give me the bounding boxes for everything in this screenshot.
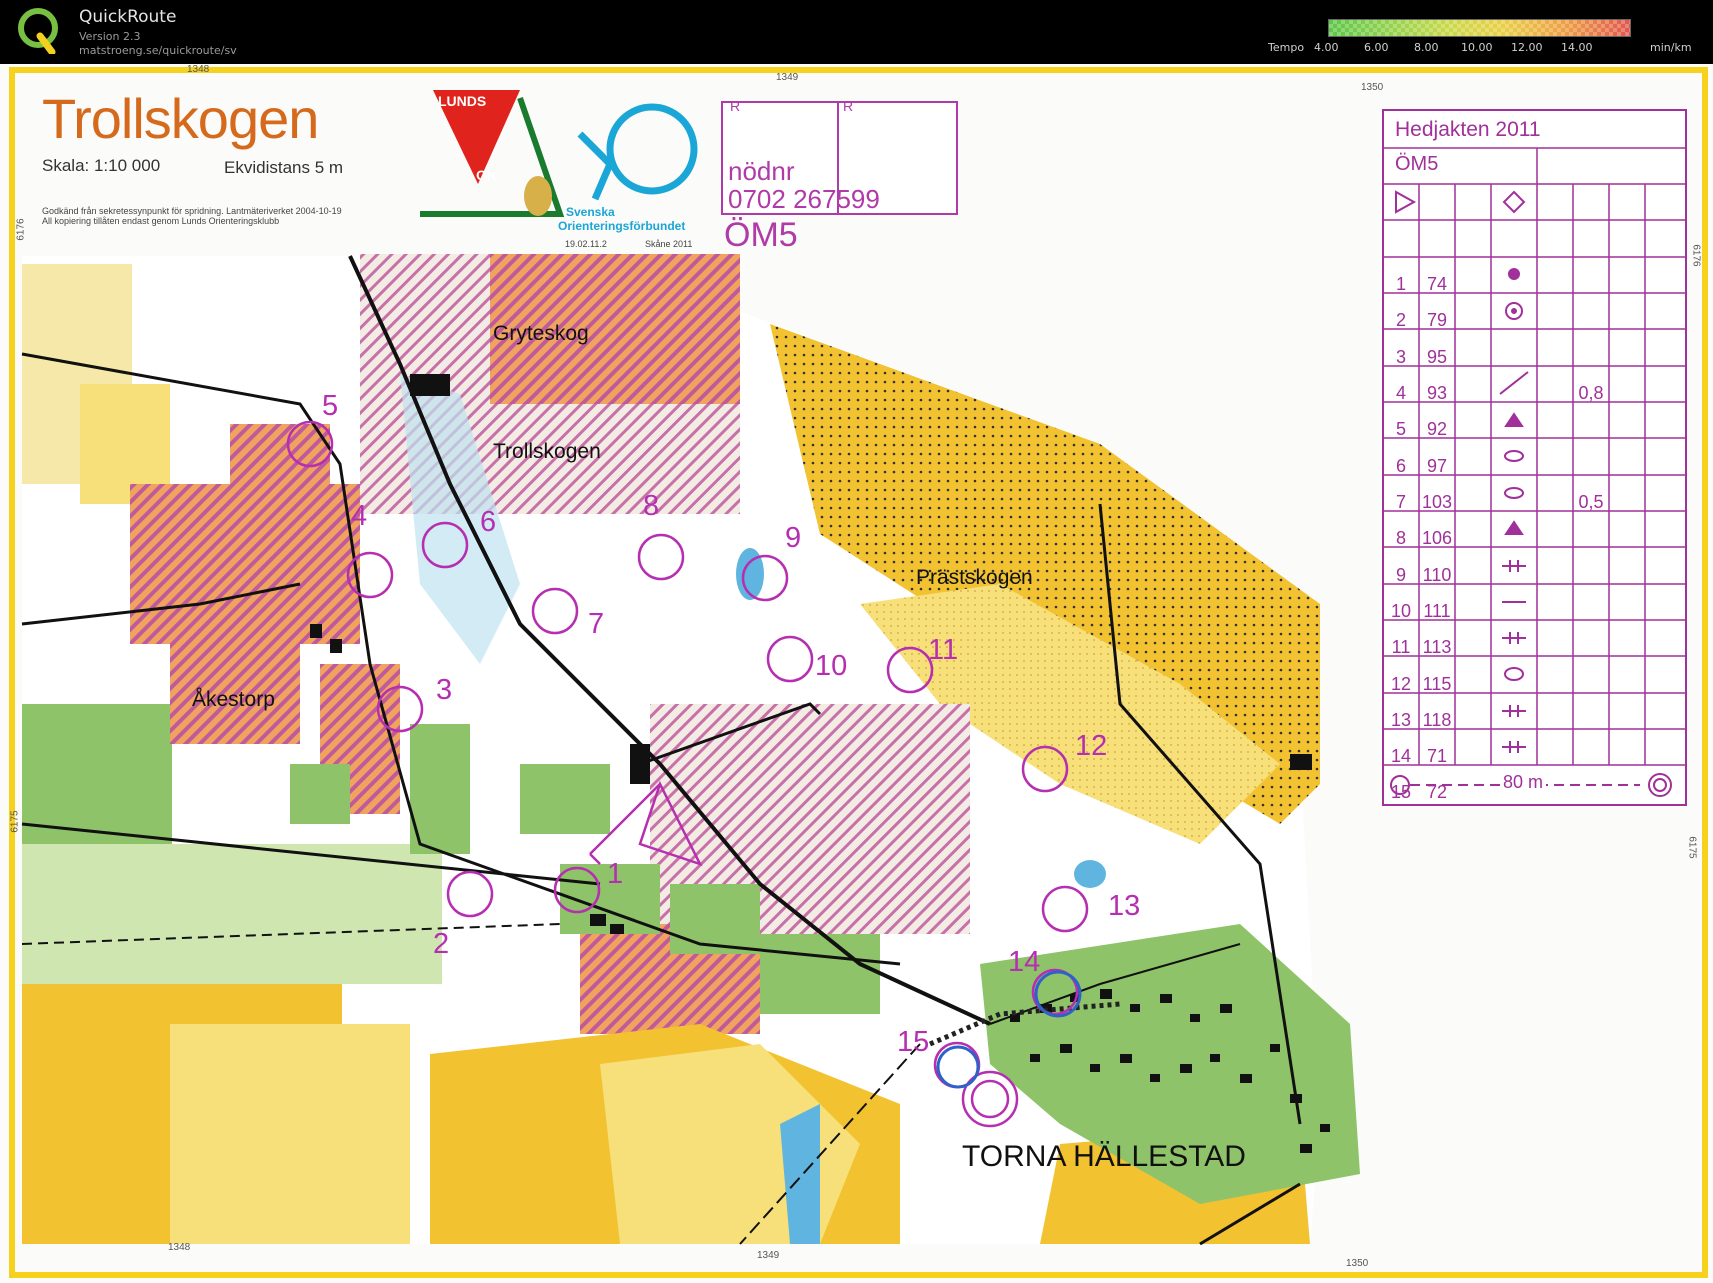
grid-label: 1348 [168,1242,191,1253]
control-seq: 14 [1390,746,1412,766]
emergency-number: 0702 267599 [728,184,880,214]
control-seq: 8 [1395,528,1406,548]
grid-label: 1350 [1361,82,1384,93]
control-seq: 5 [1395,419,1406,439]
finish-distance: 80 m [1500,772,1547,793]
control-seq: 15 [1390,782,1412,802]
control-seq: 2 [1395,310,1406,330]
club-name-bottom: OK [476,167,497,183]
map-title: Trollskogen [42,87,319,150]
control-code: 111 [1423,601,1451,621]
control-number[interactable]: 11 [928,634,958,667]
control-number[interactable]: 10 [815,650,847,683]
class-name: ÖM5 [724,216,798,254]
control-number[interactable]: 8 [643,490,659,523]
control-number[interactable]: 9 [785,522,801,555]
control-number[interactable]: 1 [607,858,623,891]
control-number[interactable]: 4 [351,500,367,533]
course-class: ÖM5 [1395,153,1439,175]
control-seq: 6 [1395,456,1406,476]
control-dimension: 0,8 [1578,383,1604,403]
grid-label: 6175 [1686,836,1698,859]
control-code: 110 [1422,565,1452,585]
control-number[interactable]: 3 [436,674,452,707]
grid-label: 1350 [1346,1258,1369,1269]
map-contour-interval: Ekvidistans 5 m [224,158,344,177]
federation-place: Skåne 2011 [645,239,693,249]
map-notice: All kopiering tillåten endast genom Lund… [42,216,280,226]
control-number[interactable]: 7 [588,608,604,641]
tempo-tick: 6.00 [1364,41,1389,54]
control-seq: 1 [1395,274,1406,294]
control-number[interactable]: 13 [1108,890,1140,923]
orienteering-map[interactable]: Trollskogen Skala: 1:10 000 Ekvidistans … [0,64,1713,1283]
quickroute-logo-icon [18,8,58,54]
place-name: Trollskogen [493,440,601,463]
federation-name: Orienteringsförbundet [558,219,686,233]
tempo-tick: 12.00 [1511,41,1543,54]
control-code: 118 [1422,710,1452,730]
tempo-tick: 10.00 [1461,41,1493,54]
control-number[interactable]: 15 [897,1026,929,1059]
place-name: Åkestorp [192,688,275,711]
control-number[interactable]: 12 [1075,730,1107,763]
app-url[interactable]: matstroeng.se/quickroute/sv [79,44,237,57]
federation-date: 19.02.11.2 [565,239,607,249]
grid-label: 6176 [15,218,27,241]
place-name: Gryteskog [493,322,589,345]
control-code: 92 [1426,419,1448,439]
control-code: 74 [1426,274,1448,294]
app-name: QuickRoute [79,7,177,27]
grid-label: 6176 [1690,244,1702,267]
control-dimension: 0,5 [1578,492,1604,512]
tempo-tick: 8.00 [1414,41,1439,54]
event-title: Hedjakten 2011 [1395,118,1541,141]
control-seq: 4 [1395,383,1406,403]
control-number[interactable]: 14 [1008,946,1040,979]
box-label: R [843,98,854,114]
place-name: Prästskogen [916,566,1033,589]
control-number[interactable]: 5 [322,390,338,423]
control-seq: 13 [1390,710,1412,730]
place-name: TORNA HÄLLESTAD [962,1140,1246,1173]
tempo-unit: min/km [1650,41,1692,54]
grid-label: 1349 [757,1250,780,1261]
control-code: 113 [1422,637,1452,657]
emergency-label: nödnr [728,156,795,186]
tempo-color-scale[interactable] [1328,19,1631,37]
tempo-tick: 14.00 [1561,41,1593,54]
control-code: 106 [1421,528,1453,548]
map-notice: Godkänd från sekretessynpunkt för spridn… [42,206,342,216]
tempo-label: Tempo [1268,41,1305,54]
grid-label: 6175 [9,810,21,833]
app-header: QuickRoute Version 2.3 matstroeng.se/qui… [0,0,1713,64]
control-code: 97 [1426,456,1448,476]
map-scale: Skala: 1:10 000 [42,156,161,175]
federation-name: Svenska [566,205,615,219]
control-code: 95 [1426,347,1448,367]
control-code: 71 [1426,746,1448,766]
control-seq: 9 [1395,565,1406,585]
control-code: 93 [1426,383,1448,403]
club-name-top: LUNDS [438,93,487,109]
control-seq: 10 [1390,601,1412,621]
control-code: 72 [1426,782,1448,802]
grid-label: 1349 [776,72,799,83]
control-seq: 3 [1395,347,1406,367]
control-code: 115 [1422,674,1452,694]
control-seq: 12 [1390,674,1412,694]
control-code: 79 [1426,310,1448,330]
control-number[interactable]: 2 [433,928,449,961]
control-number[interactable]: 6 [480,506,496,539]
control-description-sheet: Hedjakten 2011 ÖM5 1 74 2 79 3 95 4 93 0… [1383,110,1686,805]
box-label: R [730,98,741,114]
tempo-tick: 4.00 [1314,41,1339,54]
control-seq: 11 [1391,637,1411,657]
control-code: 103 [1421,492,1453,512]
control-seq: 7 [1395,492,1406,512]
app-version: Version 2.3 [79,30,141,43]
grid-label: 1348 [187,64,210,75]
